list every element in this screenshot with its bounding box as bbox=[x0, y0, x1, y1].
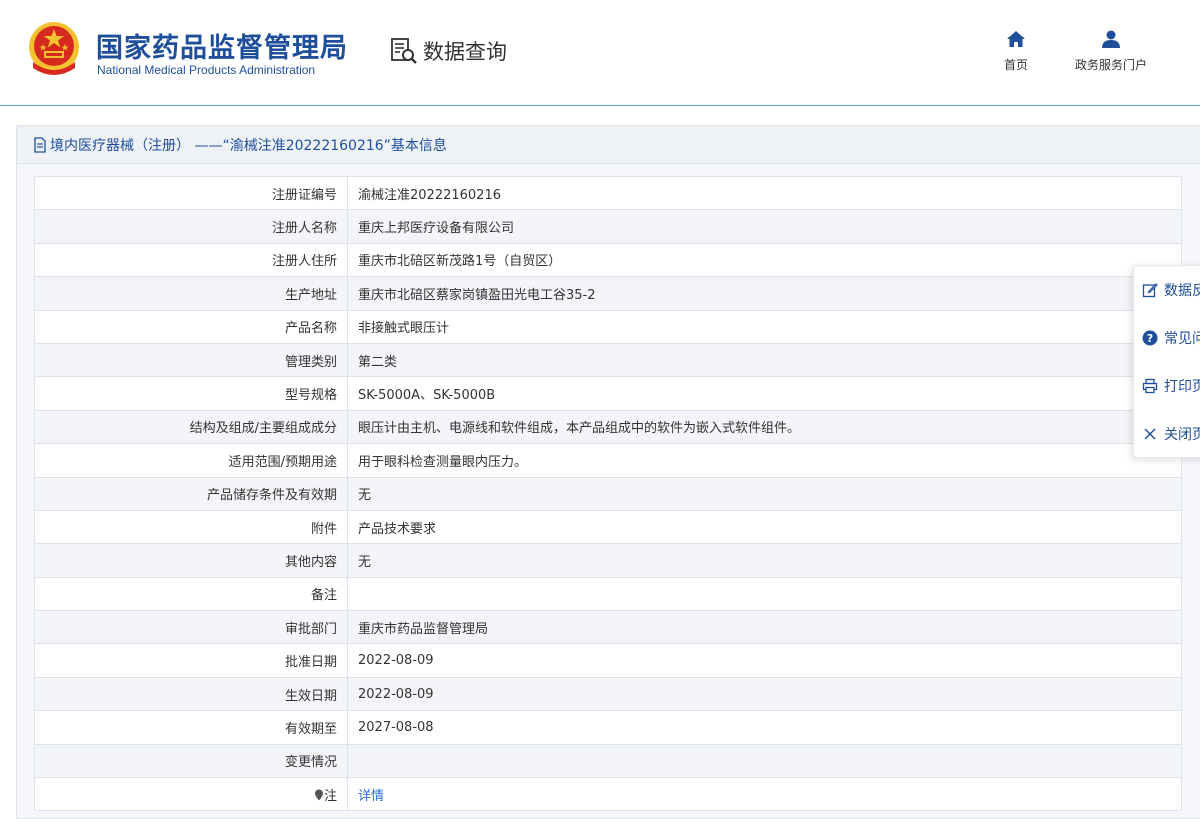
home-icon bbox=[1007, 31, 1025, 47]
row-label: 其他内容 bbox=[34, 543, 348, 578]
nav-home[interactable]: 首页 bbox=[1004, 30, 1028, 73]
row-label: 注册人住所 bbox=[34, 242, 348, 278]
row-value: 第二类 bbox=[347, 342, 1182, 378]
row-label: 生产地址 bbox=[34, 276, 348, 311]
table-row: 型号规格 SK-5000A、SK-5000B bbox=[34, 376, 1182, 411]
table-row: 注册人名称 重庆上邦医疗设备有限公司 bbox=[34, 209, 1182, 244]
row-label: 备注 bbox=[34, 576, 348, 612]
row-label: 变更情况 bbox=[34, 743, 348, 779]
table-row: 变更情况 bbox=[34, 743, 1182, 779]
close-icon bbox=[1144, 428, 1156, 440]
table-row: 结构及组成/主要组成成分 眼压计由主机、电源线和软件组成，本产品组成中的软件为嵌… bbox=[34, 409, 1182, 445]
note-label-cell: 注 bbox=[34, 777, 348, 812]
side-item-close[interactable]: 关闭页 bbox=[1142, 424, 1200, 444]
table-row: 产品名称 非接触式眼压计 bbox=[34, 309, 1182, 344]
side-item-print-label: 打印页 bbox=[1164, 379, 1200, 395]
side-item-feedback-label: 数据反 bbox=[1164, 283, 1200, 299]
row-value: 无 bbox=[347, 543, 1182, 578]
row-value: 重庆市北碚区新茂路1号（自贸区） bbox=[347, 242, 1182, 278]
site-title-english: National Medical Products Administration bbox=[97, 63, 316, 77]
table-row: 注册人住所 重庆市北碚区新茂路1号（自贸区） bbox=[34, 242, 1182, 278]
row-value: 用于眼科检查测量眼内压力。 bbox=[347, 443, 1182, 478]
detail-panel: 境内医疗器械（注册） ——“渝械注准20222160216”基本信息 注册证编号… bbox=[16, 125, 1200, 819]
document-search-icon bbox=[391, 38, 417, 64]
table-row: 注册证编号 渝械注准20222160216 bbox=[34, 175, 1182, 211]
row-value: 2022-08-09 bbox=[347, 643, 1182, 678]
site-title: 国家药品监督管理局 bbox=[96, 33, 348, 64]
table-row: 审批部门 重庆市药品监督管理局 bbox=[34, 610, 1182, 645]
data-query-heading: 数据查询 bbox=[389, 36, 507, 66]
details-link[interactable]: 详情 bbox=[358, 789, 384, 804]
table-row: 有效期至 2027-08-08 bbox=[34, 710, 1182, 745]
row-label: 结构及组成/主要组成成分 bbox=[34, 409, 348, 445]
row-value: 眼压计由主机、电源线和软件组成，本产品组成中的软件为嵌入式软件组件。 bbox=[347, 409, 1182, 445]
row-value: 重庆上邦医疗设备有限公司 bbox=[347, 209, 1182, 244]
table-row: 产品储存条件及有效期 无 bbox=[34, 476, 1182, 511]
row-label: 注册证编号 bbox=[34, 175, 348, 211]
row-value: SK-5000A、SK-5000B bbox=[347, 376, 1182, 411]
row-value-cell: 详情 bbox=[347, 777, 1182, 812]
row-value: 非接触式眼压计 bbox=[347, 309, 1182, 344]
floating-side-menu: 数据反 ? 常见问 打印页 关闭页 bbox=[1133, 265, 1200, 458]
side-item-faq[interactable]: ? 常见问 bbox=[1142, 328, 1200, 348]
nav-home-label: 首页 bbox=[1004, 58, 1029, 72]
row-label: 型号规格 bbox=[34, 376, 348, 411]
row-value: 重庆市北碚区蔡家岗镇盈田光电工谷35-2 bbox=[347, 276, 1182, 311]
table-row: 附件 产品技术要求 bbox=[34, 509, 1182, 545]
site-header: 国家药品监督管理局 National Medical Products Admi… bbox=[0, 0, 1200, 106]
row-label: 产品名称 bbox=[34, 309, 348, 344]
document-icon bbox=[34, 136, 46, 153]
row-label: 管理类别 bbox=[34, 342, 348, 378]
row-value bbox=[347, 576, 1182, 612]
row-value: 重庆市药品监督管理局 bbox=[347, 610, 1182, 645]
national-emblem-icon bbox=[29, 22, 79, 75]
table-row: 备注 bbox=[34, 576, 1182, 612]
row-value: 渝械注准20222160216 bbox=[347, 175, 1182, 211]
row-value bbox=[347, 743, 1182, 779]
row-label: 产品储存条件及有效期 bbox=[34, 476, 348, 511]
row-label: 审批部门 bbox=[34, 610, 348, 645]
table-row: 生效日期 2022-08-09 bbox=[34, 676, 1182, 712]
table-row: 管理类别 第二类 bbox=[34, 342, 1182, 378]
row-label: 有效期至 bbox=[34, 710, 348, 745]
nav-service-portal-label: 政务服务门户 bbox=[1075, 58, 1148, 72]
table-row: 适用范围/预期用途 用于眼科检查测量眼内压力。 bbox=[34, 443, 1182, 478]
registration-info-table: 注册证编号 渝械注准20222160216 注册人名称 重庆上邦医疗设备有限公司… bbox=[34, 175, 1182, 812]
row-label: 生效日期 bbox=[34, 676, 348, 712]
table-row: 批准日期 2022-08-09 bbox=[34, 643, 1182, 678]
side-item-close-label: 关闭页 bbox=[1164, 427, 1200, 443]
table-row: 注 详情 bbox=[34, 777, 1182, 812]
row-value: 2027-08-08 bbox=[347, 710, 1182, 745]
table-row: 其他内容 无 bbox=[34, 543, 1182, 578]
row-value: 无 bbox=[347, 476, 1182, 511]
question-icon: ? bbox=[1142, 330, 1158, 346]
data-query-label: 数据查询 bbox=[423, 40, 507, 64]
nav-service-portal[interactable]: 政务服务门户 bbox=[1075, 30, 1147, 73]
svg-text:?: ? bbox=[1147, 332, 1153, 345]
side-item-faq-label: 常见问 bbox=[1164, 331, 1200, 347]
side-item-print[interactable]: 打印页 bbox=[1142, 376, 1200, 396]
panel-title: 境内医疗器械（注册） ——“渝械注准20222160216”基本信息 bbox=[50, 137, 447, 154]
user-icon bbox=[1102, 30, 1120, 48]
row-label: 适用范围/预期用途 bbox=[34, 443, 348, 478]
row-label: 注册人名称 bbox=[34, 209, 348, 244]
table-row: 生产地址 重庆市北碚区蔡家岗镇盈田光电工谷35-2 bbox=[34, 276, 1182, 311]
row-value: 2022-08-09 bbox=[347, 676, 1182, 712]
panel-title-bar: 境内医疗器械（注册） ——“渝械注准20222160216”基本信息 bbox=[17, 126, 1200, 164]
row-label: 附件 bbox=[34, 509, 348, 545]
edit-icon bbox=[1142, 283, 1158, 298]
row-label: 注 bbox=[323, 788, 337, 804]
pin-icon bbox=[314, 789, 323, 801]
row-value: 产品技术要求 bbox=[347, 509, 1182, 545]
side-item-feedback[interactable]: 数据反 bbox=[1142, 280, 1200, 300]
row-label: 批准日期 bbox=[34, 643, 348, 678]
print-icon bbox=[1142, 378, 1158, 394]
